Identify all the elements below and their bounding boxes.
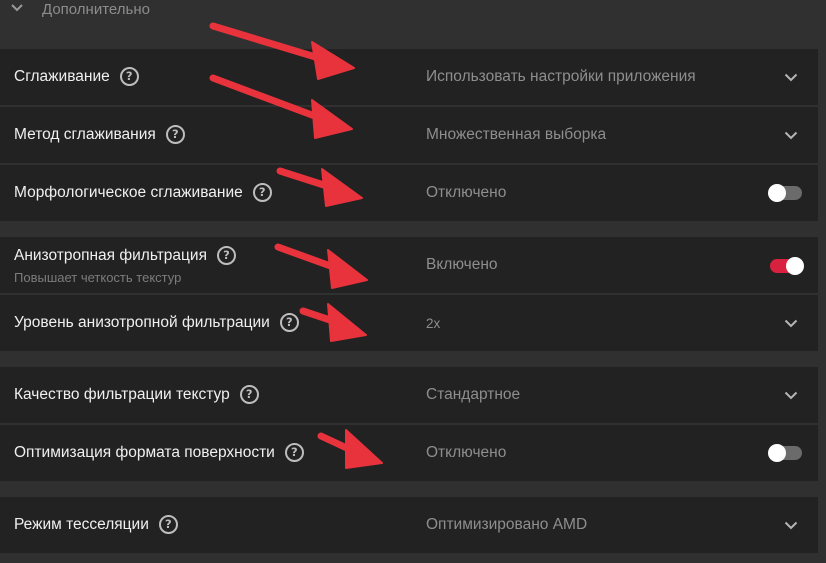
section-title: Дополнительно [42,1,150,18]
setting-label-cell: Режим тесселяции ? [0,497,407,553]
antialiasing-method-dropdown[interactable]: Множественная выборка [409,107,818,163]
antialiasing-dropdown[interactable]: Использовать настройки приложения [409,49,818,105]
toggle-status: Отключено [426,444,507,461]
anisotropic-level-dropdown[interactable]: 2x [409,295,818,351]
toggle-knob [768,184,786,202]
help-icon[interactable]: ? [165,125,185,144]
texture-filtering-quality-dropdown[interactable]: Стандартное [409,367,818,423]
help-icon[interactable]: ? [158,515,178,534]
toggle-knob [786,257,804,275]
setting-label: Режим тесселяции [14,515,149,533]
setting-label: Морфологическое сглаживание [14,183,243,201]
help-icon[interactable]: ? [119,67,139,86]
surface-format-optimization-toggle[interactable] [768,444,802,462]
toggle-knob [768,444,786,462]
setting-row-tessellation-mode: Режим тесселяции ? Оптимизировано AMD [0,497,818,553]
setting-label-cell: Оптимизация формата поверхности ? [0,425,407,481]
setting-label: Оптимизация формата поверхности [14,443,275,461]
dropdown-value: Стандартное [426,386,521,403]
setting-row-antialiasing-method: Метод сглаживания ? Множественная выборк… [0,107,818,163]
help-icon[interactable]: ? [279,313,299,332]
help-icon[interactable]: ? [239,385,259,404]
anisotropic-filtering-toggle-cell: Включено [409,237,818,293]
setting-label-cell: Морфологическое сглаживание ? [0,165,407,221]
dropdown-value: Использовать настройки приложения [426,68,696,85]
setting-label: Качество фильтрации текстур [14,385,230,403]
setting-row-morphological-aa: Морфологическое сглаживание ? Отключено [0,165,818,221]
setting-sublabel: Повышает четкость текстур [14,270,182,285]
setting-label-cell: Качество фильтрации текстур ? [0,367,407,423]
setting-label: Сглаживание [14,67,110,85]
chevron-down-icon [784,131,798,140]
chevron-down-icon [784,521,798,530]
setting-label-cell: Уровень анизотропной фильтрации ? [0,295,407,351]
setting-row-anisotropic-level: Уровень анизотропной фильтрации ? 2x [0,295,818,351]
toggle-status: Включено [426,256,498,273]
help-icon[interactable]: ? [216,246,236,265]
chevron-down-icon [11,4,23,12]
morphological-aa-toggle[interactable] [768,184,802,202]
setting-label: Уровень анизотропной фильтрации [14,313,270,331]
dropdown-value: Множественная выборка [426,126,607,143]
setting-label-cell: Сглаживание ? [0,49,407,105]
toggle-status: Отключено [426,184,507,201]
setting-label-cell: Метод сглаживания ? [0,107,407,163]
morphological-aa-toggle-cell: Отключено [409,165,818,221]
setting-label: Метод сглаживания [14,125,156,143]
surface-format-optimization-toggle-cell: Отключено [409,425,818,481]
dropdown-value: Оптимизировано AMD [426,516,588,533]
setting-label-cell: Анизотропная фильтрация ? Повышает четко… [0,237,407,293]
chevron-down-icon [784,319,798,328]
help-icon[interactable]: ? [252,183,272,202]
setting-row-surface-format-optimization: Оптимизация формата поверхности ? Отключ… [0,425,818,481]
setting-row-antialiasing: Сглаживание ? Использовать настройки при… [0,49,818,105]
dropdown-value: 2x [426,316,441,331]
section-header-advanced[interactable]: Дополнительно [0,0,826,22]
tessellation-mode-dropdown[interactable]: Оптимизировано AMD [409,497,818,553]
anisotropic-filtering-toggle[interactable] [770,257,804,275]
chevron-down-icon [784,73,798,82]
setting-row-anisotropic-filtering: Анизотропная фильтрация ? Повышает четко… [0,237,818,293]
setting-label: Анизотропная фильтрация [14,246,207,264]
setting-row-texture-filtering-quality: Качество фильтрации текстур ? Стандартно… [0,367,818,423]
help-icon[interactable]: ? [284,443,304,462]
chevron-down-icon [784,391,798,400]
